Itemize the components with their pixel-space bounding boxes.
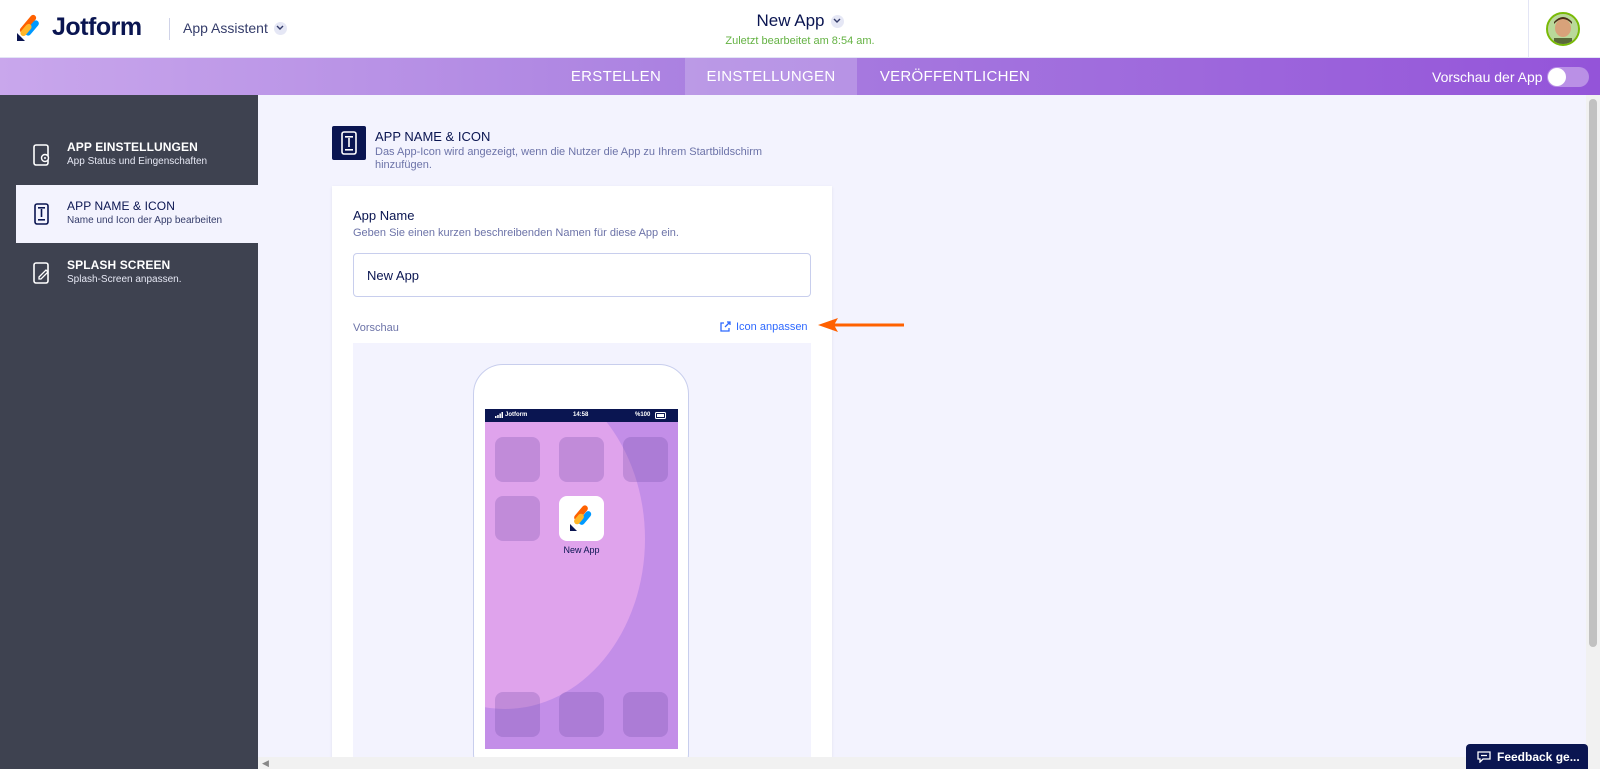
- app-placeholder: [495, 437, 540, 482]
- battery-icon: [655, 412, 667, 421]
- brand-name: Jotform: [52, 13, 142, 41]
- tab-einstellungen[interactable]: EINSTELLUNGEN: [685, 58, 857, 95]
- app-placeholder: [495, 496, 540, 541]
- account-area: [1528, 0, 1600, 58]
- status-carrier: Jotform: [505, 412, 528, 418]
- edit-doc-icon: [33, 262, 49, 284]
- app-icon-preview: [559, 496, 604, 541]
- tab-veroeffentlichen[interactable]: VERÖFFENTLICHEN: [857, 58, 1053, 95]
- last-saved-status: Zuletzt bearbeitet am 8:54 am.: [725, 35, 875, 47]
- header-divider: [169, 18, 170, 40]
- settings-doc-icon: [33, 144, 50, 166]
- scroll-left-arrow-icon[interactable]: ◀: [262, 758, 269, 769]
- app-preview-label: Vorschau der App: [1432, 69, 1543, 85]
- status-time: 14:58: [573, 412, 589, 418]
- top-header: Jotform App Assistent New App Zuletzt be…: [0, 0, 1600, 58]
- preview-label: Vorschau: [353, 322, 399, 334]
- annotation-arrow-icon: [818, 318, 904, 332]
- sidebar-item-subtitle: Name und Icon der App bearbeiten: [67, 215, 223, 226]
- phone-status-bar: Jotform 14:58 %100: [485, 409, 678, 422]
- app-name-input[interactable]: [353, 253, 811, 297]
- chevron-down-icon: [273, 21, 287, 35]
- horizontal-scrollbar[interactable]: ◀: [258, 757, 1586, 769]
- sidebar-item-title: SPLASH SCREEN: [67, 258, 171, 272]
- phone-mockup: Jotform 14:58 %100 New App: [473, 364, 689, 769]
- dock-app-placeholder: [559, 692, 604, 737]
- phone-screen: Jotform 14:58 %100 New App: [485, 409, 678, 749]
- jotform-logo[interactable]: Jotform: [16, 13, 142, 42]
- app-preview-toggle[interactable]: [1547, 67, 1589, 87]
- user-avatar[interactable]: [1546, 12, 1580, 46]
- toggle-knob: [1548, 68, 1566, 86]
- sidebar-item-subtitle: Splash-Screen anpassen.: [67, 274, 182, 285]
- section-description: Das App-Icon wird angezeigt, wenn die Nu…: [375, 146, 763, 171]
- app-placeholder: [623, 437, 668, 482]
- app-name-icon: [332, 126, 366, 160]
- sidebar-item-title: APP NAME & ICON: [67, 199, 175, 213]
- sidebar-item-splash-screen[interactable]: SPLASH SCREEN Splash-Screen anpassen.: [16, 244, 258, 302]
- section-title: APP NAME & ICON: [375, 129, 491, 144]
- scrollbar-thumb[interactable]: [1589, 99, 1597, 647]
- tab-erstellen[interactable]: ERSTELLEN: [547, 58, 685, 95]
- sidebar-item-title: APP EINSTELLUNGEN: [67, 140, 198, 154]
- app-title-dropdown[interactable]: New App: [756, 11, 844, 31]
- phone-preview-area: Jotform 14:58 %100 New App: [353, 343, 811, 769]
- app-icon-label: New App: [563, 545, 600, 555]
- customize-icon-label: Icon anpassen: [736, 321, 808, 333]
- app-placeholder: [559, 437, 604, 482]
- document-title-area: New App Zuletzt bearbeitet am 8:54 am.: [600, 11, 1000, 47]
- settings-sidebar: APP EINSTELLUNGEN App Status und Eingens…: [0, 95, 258, 769]
- dock-app-placeholder: [495, 692, 540, 737]
- main-nav: ERSTELLEN EINSTELLUNGEN VERÖFFENTLICHEN …: [0, 58, 1600, 95]
- customize-icon-link[interactable]: Icon anpassen: [719, 321, 808, 333]
- signal-icon: [495, 412, 503, 420]
- app-assistant-label: App Assistent: [183, 20, 268, 36]
- chevron-down-icon: [830, 14, 844, 28]
- app-assistant-dropdown[interactable]: App Assistent: [183, 20, 287, 36]
- status-battery: %100: [635, 412, 651, 418]
- app-title: New App: [756, 11, 825, 30]
- jotform-app-icon: [570, 505, 592, 531]
- app-name-help: Geben Sie einen kurzen beschreibenden Na…: [353, 227, 679, 239]
- app-name-card: App Name Geben Sie einen kurzen beschrei…: [332, 186, 832, 769]
- jotform-logo-icon: [17, 14, 39, 41]
- app-name-icon: [34, 203, 49, 225]
- app-name-label: App Name: [353, 208, 415, 223]
- sidebar-item-subtitle: App Status und Eingenschaften: [67, 156, 208, 167]
- feedback-button[interactable]: Feedback ge...: [1466, 744, 1588, 769]
- sidebar-item-app-name-icon[interactable]: APP NAME & ICON Name und Icon der App be…: [16, 185, 258, 243]
- external-edit-icon: [720, 321, 731, 332]
- dock-app-placeholder: [623, 692, 668, 737]
- sidebar-item-app-settings[interactable]: APP EINSTELLUNGEN App Status und Eingens…: [16, 126, 258, 184]
- feedback-label: Feedback ge...: [1497, 749, 1580, 764]
- vertical-scrollbar[interactable]: [1586, 95, 1600, 769]
- feedback-icon: [1477, 750, 1491, 763]
